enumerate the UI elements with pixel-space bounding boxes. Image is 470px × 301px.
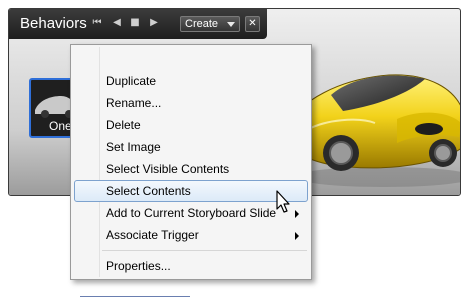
create-label: Create [185, 18, 219, 30]
menu-item-set-image[interactable]: Set Image [74, 136, 308, 158]
submenu-arrow-icon [295, 232, 299, 240]
menu-item-label: Select Contents [106, 184, 191, 198]
menu-item-label: Duplicate [106, 74, 157, 88]
submenu-arrow-icon [295, 210, 299, 218]
menu-item-label: Select Visible Contents [106, 162, 230, 176]
panel-titlebar: Behaviors ⏮ ◀ ■ ▶ Create ✕ [9, 9, 267, 39]
play-icon[interactable]: ▶ [148, 17, 160, 29]
menu-item-label: Associate Trigger [106, 228, 199, 242]
menu-item-label: Properties... [106, 259, 171, 273]
menu-item-label: Set Image [106, 140, 161, 154]
chevron-down-icon [227, 22, 235, 27]
menu-item-associate-trigger[interactable]: Associate Trigger [74, 224, 308, 246]
menu-item-select-contents[interactable]: Select Contents [74, 180, 308, 202]
menu-item-duplicate[interactable]: Duplicate [74, 70, 308, 92]
mouse-pointer-icon [276, 190, 290, 213]
divider [80, 296, 190, 297]
menu-item-label: Delete [106, 118, 141, 132]
menu-item-rename[interactable]: Rename... [74, 92, 308, 114]
close-icon[interactable]: ✕ [245, 16, 260, 32]
skip-to-start-icon[interactable]: ⏮ [91, 17, 103, 29]
menu-item-select-visible-contents[interactable]: Select Visible Contents [74, 158, 308, 180]
create-dropdown-button[interactable]: Create [180, 16, 240, 32]
menu-separator [102, 250, 307, 251]
step-back-icon[interactable]: ◀ [111, 17, 123, 29]
menu-item-properties[interactable]: Properties... [74, 255, 308, 277]
menu-item-label: Rename... [106, 96, 162, 110]
menu-item-delete[interactable]: Delete [74, 114, 308, 136]
panel-title: Behaviors [20, 15, 87, 32]
stop-icon[interactable]: ■ [129, 17, 141, 29]
menu-item-label: Add to Current Storyboard Slide [106, 206, 277, 220]
context-menu: Duplicate Rename... Delete Set Image Sel… [70, 44, 312, 280]
menu-item-add-to-storyboard-slide[interactable]: Add to Current Storyboard Slide [74, 202, 308, 224]
thumbnail-label: One [49, 119, 72, 133]
